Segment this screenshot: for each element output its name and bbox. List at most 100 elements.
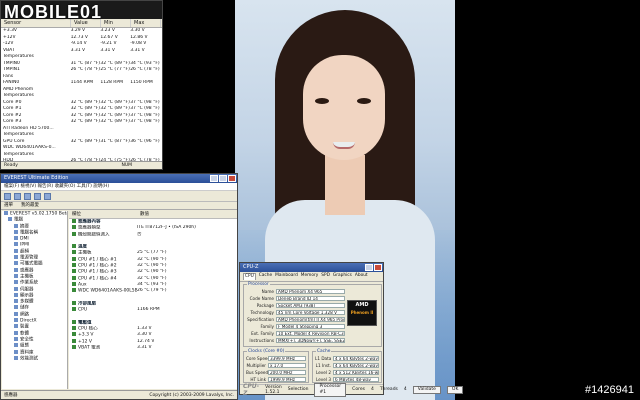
tab-memory[interactable]: Memory — [301, 273, 318, 280]
tab-cpu[interactable]: CPU — [243, 273, 256, 280]
tree-node-icon — [14, 336, 18, 341]
hwmonitor-window: Sensor Value Min Max +3.3V 3.29 V 3.23 V 3.… — [0, 0, 163, 170]
sensor-list[interactable]: +3.3V 3.29 V 3.23 V 3.30 V +12V 12.73 V 12.67 … — [1, 28, 162, 165]
minimize-icon[interactable] — [210, 175, 218, 182]
processor-group: Processor Name AMD Phenom X4 965 Code Name… — [243, 282, 382, 347]
cache-group-title: Cache — [316, 349, 332, 354]
field-row: L1 Data 4 x 64 KBytes 2-way — [313, 355, 381, 362]
field-label: Bus Speed — [246, 370, 269, 375]
threads-label: Threads — [379, 387, 398, 392]
sensor-icon — [72, 269, 76, 274]
tab-favorites[interactable]: 我的最愛 — [21, 202, 39, 209]
cpuz-window: CPU-Z CPU Cache Mainboard Memory SPD Graphics… — [239, 262, 464, 397]
tree-node-icon — [14, 311, 18, 316]
tree-item-label: DMI — [20, 236, 29, 242]
everest-tabs: 選單 我的最愛 — [1, 202, 237, 210]
hwmonitor-status-bar: Ready NUM — [1, 161, 162, 169]
close-icon[interactable] — [228, 175, 236, 182]
tree-item-label: 可攜式電腦 — [20, 261, 43, 267]
field-row: L1 Inst. 4 x 64 KBytes 2-way — [313, 362, 381, 369]
amd-logo: AMD Phenom II — [347, 300, 377, 326]
detail-field-label: +12 V — [78, 339, 93, 345]
up-icon[interactable] — [24, 193, 31, 200]
detail-field-label: +3.3 V — [78, 332, 94, 338]
detail-field-label: 溫度 — [78, 244, 87, 250]
tree-node-icon — [14, 349, 18, 354]
field-value: 6 MBytes 48-way — [333, 376, 379, 383]
field-label: Level 2 — [315, 370, 331, 375]
maximize-icon[interactable] — [219, 175, 227, 182]
close-icon[interactable] — [374, 264, 382, 271]
tree-item[interactable]: 效能測試 — [2, 355, 67, 362]
column-max[interactable]: Max — [131, 19, 161, 27]
detail-field-label: Aux — [78, 282, 87, 288]
field-label: Name — [261, 289, 274, 294]
everest-title: EVEREST Ultimate Edition — [4, 175, 69, 181]
field-value: Socket AM3 (938) — [276, 302, 345, 309]
selection-label: Selection — [287, 387, 309, 392]
threads-value: 4 — [403, 387, 407, 392]
refresh-icon[interactable] — [34, 193, 41, 200]
tree-node-icon — [14, 261, 18, 266]
everest-menubar[interactable]: 檔案(F) 檢視(V) 報告(R) 收藏夾(O) 工具(T) 說明(H) — [1, 183, 237, 191]
tree-node-icon — [4, 211, 8, 215]
sensor-icon — [72, 256, 76, 261]
tab-spd[interactable]: SPD — [321, 273, 330, 280]
cache-group: Cache L1 Data 4 x 64 KBytes 2-way L1 Inst.… — [312, 349, 382, 383]
cores-label: Cores — [352, 387, 365, 392]
tree-item-label: 軟體 — [20, 331, 29, 337]
column-field[interactable]: 欄位 — [69, 211, 137, 218]
field-value: AMD Phenom(tm) II X4 965 Processor — [276, 316, 345, 323]
everest-status-bar: 感應器 Copyright (c) 2003-2009 Lavalys, Inc… — [1, 390, 237, 399]
column-value[interactable]: 數值 — [137, 211, 149, 218]
everest-tree[interactable]: EVEREST v5.02.1750 Beta 電腦 摘要 電腦名稱 DMI IPMI 超頻… — [2, 211, 68, 389]
everest-detail: 欄位 數值 感應器內容 感應器類型 ITE IT8712F-J • (ISA 290… — [69, 211, 237, 389]
cpuz-titlebar[interactable]: CPU-Z — [240, 263, 383, 272]
tree-item-label: 效能測試 — [20, 356, 38, 362]
validate-button[interactable]: Validate — [412, 385, 441, 394]
ok-button[interactable]: OK — [446, 385, 464, 394]
tree-node-icon — [14, 343, 18, 348]
field-row: Name AMD Phenom X4 965 — [244, 288, 347, 295]
amd-logo-text: AMD — [355, 302, 369, 308]
tree-item-label: 資料庫 — [20, 350, 34, 356]
back-icon[interactable] — [4, 193, 11, 200]
report-icon[interactable] — [44, 193, 51, 200]
mobile01-logo: MOBILE01 — [4, 2, 102, 23]
tree-node-icon — [14, 248, 18, 253]
field-row: Family F Model 4 Stepping 3 — [244, 323, 347, 330]
field-label: Multiplier — [246, 363, 266, 368]
tab-mainboard[interactable]: Mainboard — [275, 273, 298, 280]
tab-menu[interactable]: 選單 — [4, 202, 13, 209]
detail-header[interactable]: 欄位 數值 — [69, 211, 237, 219]
tab-about[interactable]: About — [355, 273, 368, 280]
tree-node-icon — [14, 267, 18, 272]
tree-node-icon — [8, 217, 12, 222]
tree-node-icon — [14, 330, 18, 335]
detail-field-label: CPU 核心 — [78, 326, 98, 332]
field-row: Specification AMD Phenom(tm) II X4 965 Pr… — [244, 316, 347, 323]
field-value: 3399.9 MHz — [268, 355, 306, 362]
tree-item-label: 感應器 — [20, 268, 34, 274]
tab-cache[interactable]: Cache — [259, 273, 272, 280]
tab-graphics[interactable]: Graphics — [333, 273, 352, 280]
everest-titlebar[interactable]: EVEREST Ultimate Edition — [1, 174, 237, 183]
detail-row[interactable]: VBAT 電池 3.31 V — [69, 344, 237, 351]
field-row: Bus Speed 200.0 MHz — [244, 369, 308, 376]
everest-toolbar — [1, 191, 237, 202]
detail-value: ITE IT8712F-J • (ISA 290h) — [137, 225, 196, 231]
field-row: Level 24 x 512 KBytes 16-way — [313, 369, 381, 376]
forward-icon[interactable] — [14, 193, 21, 200]
clocks-group-title: Clocks (Core #0) — [247, 349, 286, 354]
field-value: 4 x 64 KBytes 2-way — [333, 355, 379, 362]
tree-node-icon — [14, 273, 18, 278]
detail-field-label: CPU #1 / 核心 #1 — [78, 257, 117, 263]
tree-node-icon — [14, 236, 18, 241]
tree-node-icon — [14, 299, 18, 304]
column-min[interactable]: Min — [101, 19, 131, 27]
tree-item-label: 組態 — [20, 343, 29, 349]
field-row: Instructions MMX(+), 3DNow!(+), SSE, SSE2… — [244, 337, 347, 344]
selection-dropdown[interactable]: Processor #1 — [314, 382, 347, 397]
minimize-icon[interactable] — [365, 264, 373, 271]
tree-item-label: 安全性 — [20, 337, 34, 343]
